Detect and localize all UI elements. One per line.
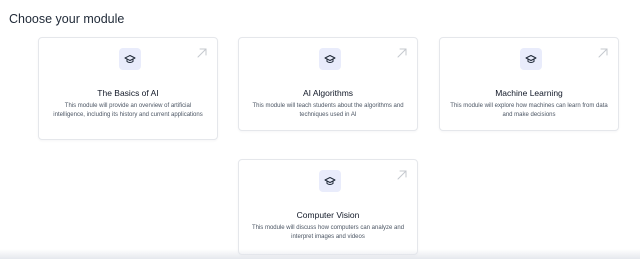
module-picker-page: Choose your module The Basics of AI This… <box>0 0 640 259</box>
graduation-cap-icon <box>319 170 341 192</box>
module-description: This module will discuss how computers c… <box>251 225 405 240</box>
module-description: This module will provide an overview of … <box>53 103 203 118</box>
bottom-shadow <box>0 249 640 259</box>
graduation-cap-icon <box>319 48 341 70</box>
module-card-ai-algorithms[interactable]: AI Algorithms This module will teach stu… <box>238 37 418 131</box>
module-title: The Basics of AI <box>97 88 159 98</box>
module-card-machine-learning[interactable]: Machine Learning This module will explor… <box>439 37 619 131</box>
graduation-cap-icon <box>119 48 141 70</box>
graduation-cap-icon <box>520 48 542 70</box>
page-title: Choose your module <box>9 12 125 26</box>
module-title: Machine Learning <box>495 88 563 98</box>
module-card-basics-of-ai[interactable]: The Basics of AI This module will provid… <box>38 37 218 140</box>
arrow-up-right-icon[interactable] <box>396 47 408 59</box>
module-title: AI Algorithms <box>302 88 354 98</box>
module-description: This module will teach students about th… <box>252 103 404 118</box>
module-title: Computer Vision <box>296 210 360 220</box>
module-card-computer-vision[interactable]: Computer Vision This module will discuss… <box>238 159 418 255</box>
arrow-up-right-icon[interactable] <box>396 169 408 181</box>
arrow-up-right-icon[interactable] <box>597 47 609 59</box>
arrow-up-right-icon[interactable] <box>196 47 208 59</box>
module-description: This module will explore how machines ca… <box>450 103 608 118</box>
